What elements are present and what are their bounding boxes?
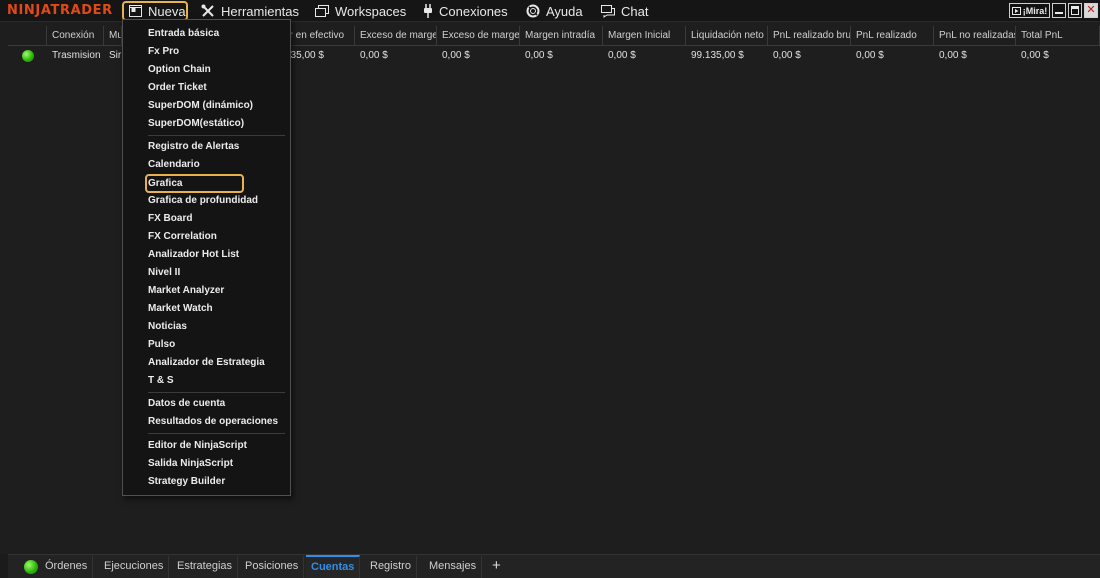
window-controls: ¡Mira! ✕ (1009, 3, 1098, 19)
menu-item-market-watch[interactable]: Market Watch (148, 302, 213, 316)
close-icon: ✕ (1086, 4, 1096, 16)
column-header-status[interactable] (8, 26, 47, 46)
menu-item-fx-pro[interactable]: Fx Pro (148, 45, 179, 59)
tab-cuentas[interactable]: Cuentas (306, 555, 361, 578)
menu-item-calendario[interactable]: Calendario (148, 158, 200, 172)
menu-item-editor-ninjascript[interactable]: Editor de NinjaScript (148, 439, 247, 453)
menu-item-fx-board[interactable]: FX Board (148, 212, 192, 226)
menu-workspaces[interactable]: Workspaces (315, 2, 406, 20)
menu-item-t-and-s[interactable]: T & S (148, 374, 174, 388)
menu-item-fx-correlation[interactable]: FX Correlation (148, 230, 217, 244)
table-cell: 0,00 $ (442, 50, 470, 61)
column-header[interactable]: Exceso de marge (437, 26, 520, 46)
menu-item-resultados-operaciones[interactable]: Resultados de operaciones (148, 415, 278, 429)
bottom-tab-bar: Órdenes Ejecuciones Estrategias Posicion… (0, 554, 1100, 578)
add-tab-button[interactable]: + (492, 557, 501, 575)
menu-herramientas[interactable]: Herramientas (201, 2, 299, 20)
column-header[interactable]: Margen intradía (520, 26, 603, 46)
close-button[interactable]: ✕ (1084, 3, 1098, 18)
table-cell: Sir (109, 50, 122, 61)
column-header[interactable]: PnL realizado bru (768, 26, 851, 46)
menu-nueva-label: Nueva (148, 3, 186, 19)
menu-ayuda-label: Ayuda (546, 3, 583, 19)
menu-chat[interactable]: Chat (601, 2, 648, 20)
tab-registro[interactable]: Registro (365, 556, 417, 578)
tab-posiciones[interactable]: Posiciones (240, 556, 305, 578)
column-header[interactable]: PnL realizado (851, 26, 934, 46)
menu-item-analizador-hot-list[interactable]: Analizador Hot List (148, 248, 239, 262)
menu-ayuda[interactable]: Ayuda (526, 2, 583, 20)
column-header[interactable]: Margen Inicial (603, 26, 686, 46)
table-cell: 99.135,00 $ (691, 50, 744, 61)
column-header[interactable]: Exceso de marge (355, 26, 437, 46)
connection-status-icon (22, 50, 34, 62)
menu-nueva[interactable]: Nueva (122, 1, 188, 21)
menu-item-salida-ninjascript[interactable]: Salida NinjaScript (148, 457, 233, 471)
column-header[interactable]: Conexión (47, 26, 104, 46)
menu-herramientas-label: Herramientas (221, 3, 300, 19)
table-cell: 0,00 $ (939, 50, 967, 61)
table-cell: Trasmision (52, 50, 101, 61)
column-header[interactable]: or en efectivo (281, 26, 355, 46)
menu-item-noticias[interactable]: Noticias (148, 320, 187, 334)
menu-item-pulso[interactable]: Pulso (148, 338, 175, 352)
menu-item-entrada-basica[interactable]: Entrada básica (148, 27, 219, 41)
mira-button[interactable]: ¡Mira! (1009, 3, 1050, 18)
menu-item-analizador-estrategia[interactable]: Analizador de Estrategia (148, 356, 265, 370)
connection-status-icon (24, 560, 38, 574)
table-cell: 0,00 $ (608, 50, 636, 61)
menu-item-order-ticket[interactable]: Order Ticket (148, 81, 207, 95)
menu-separator (148, 433, 285, 434)
chat-icon (601, 4, 615, 18)
menu-item-grafica-profundidad[interactable]: Grafica de profundidad (148, 194, 258, 208)
workspaces-icon (315, 5, 329, 17)
menu-conexiones-label: Conexiones (439, 3, 508, 19)
menu-item-market-analyzer[interactable]: Market Analyzer (148, 284, 224, 298)
menu-separator (148, 135, 285, 136)
menu-workspaces-label: Workspaces (335, 3, 407, 19)
table-cell: 0,00 $ (856, 50, 884, 61)
app-logo: NINJATRADER (7, 3, 113, 18)
menu-item-nivel-ii[interactable]: Nivel II (148, 266, 180, 280)
maximize-button[interactable] (1068, 3, 1082, 18)
lifebuoy-icon (526, 4, 540, 18)
tab-ejecuciones[interactable]: Ejecuciones (99, 556, 170, 578)
menu-item-superdom-estatico[interactable]: SuperDOM(estático) (148, 117, 244, 131)
menu-separator (148, 392, 285, 393)
minimize-button[interactable] (1052, 3, 1066, 18)
menu-item-datos-cuenta[interactable]: Datos de cuenta (148, 397, 225, 411)
menu-item-superdom-dinamico[interactable]: SuperDOM (dinámico) (148, 99, 253, 113)
menu-item-strategy-builder[interactable]: Strategy Builder (148, 475, 225, 489)
table-cell: 135,00 $ (285, 50, 324, 61)
nueva-dropdown-menu: Entrada básica Fx Pro Option Chain Order… (122, 19, 291, 496)
tab-estrategias[interactable]: Estrategias (172, 556, 239, 578)
menu-item-grafica[interactable]: Grafica (148, 177, 182, 191)
table-cell: 0,00 $ (773, 50, 801, 61)
menu-item-option-chain[interactable]: Option Chain (148, 63, 211, 77)
new-window-icon (129, 5, 142, 17)
column-header[interactable]: Mu (104, 26, 122, 46)
column-header[interactable]: Total PnL (1016, 26, 1100, 46)
tab-strip: Órdenes Ejecuciones Estrategias Posicion… (8, 554, 1100, 578)
table-cell: 0,00 $ (525, 50, 553, 61)
menu-item-registro-alertas[interactable]: Registro de Alertas (148, 140, 239, 154)
play-icon (1011, 6, 1021, 15)
tools-icon (201, 4, 214, 17)
menu-chat-label: Chat (621, 3, 649, 19)
menu-conexiones[interactable]: Conexiones (423, 2, 508, 20)
table-cell: 0,00 $ (360, 50, 388, 61)
mira-label: ¡Mira! (1022, 5, 1048, 16)
column-header[interactable]: PnL no realizadas (934, 26, 1016, 46)
plug-icon (424, 4, 432, 18)
tab-mensajes[interactable]: Mensajes (424, 556, 483, 578)
table-cell: 0,00 $ (1021, 50, 1049, 61)
column-header[interactable]: Liquidación neto (686, 26, 768, 46)
tab-ordenes[interactable]: Órdenes (40, 556, 94, 578)
